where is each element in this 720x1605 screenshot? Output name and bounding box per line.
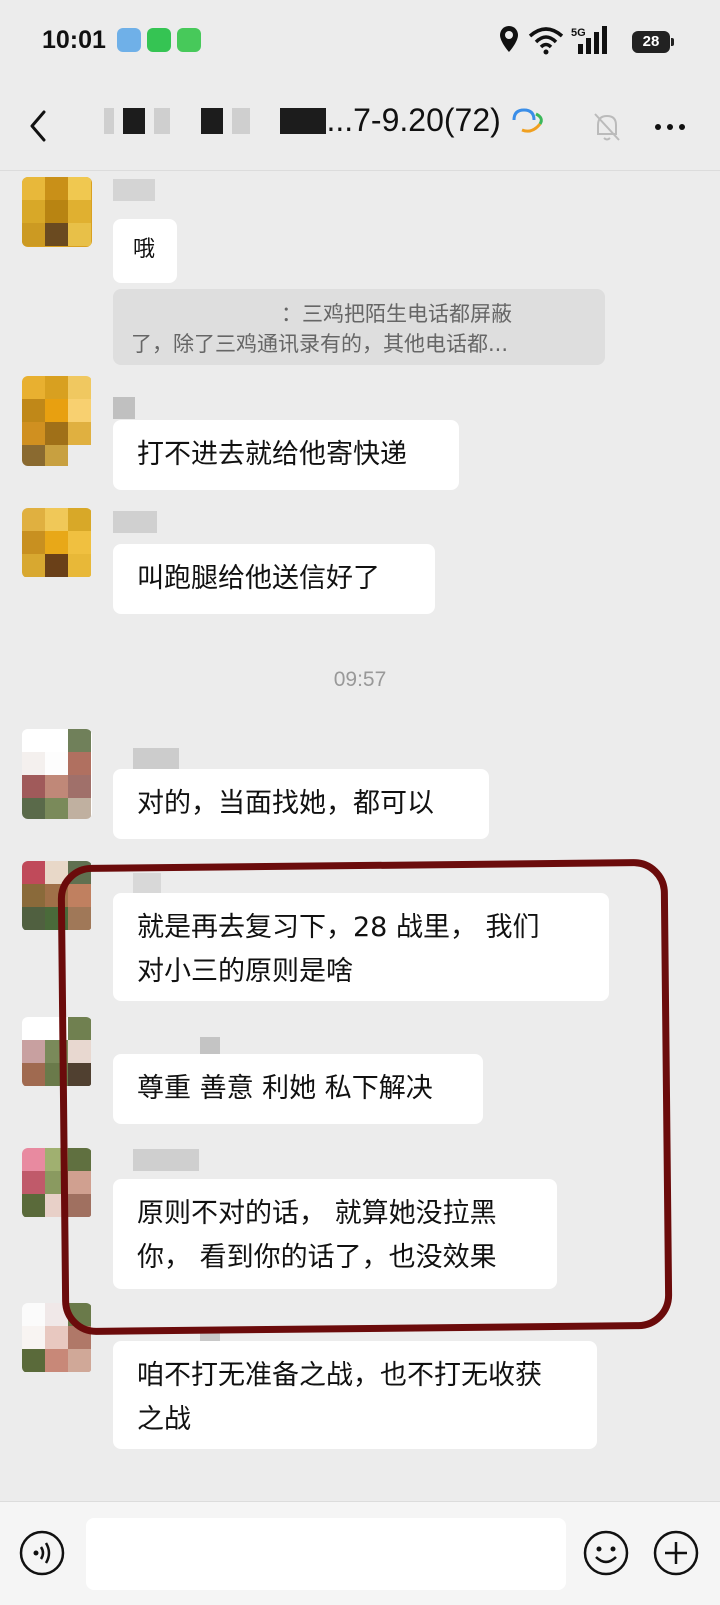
redacted-block xyxy=(280,107,327,134)
message-text: 对的，当面找她，都可以 xyxy=(137,788,434,819)
message-bubble[interactable]: 叫跑腿给他送信好了 xyxy=(113,544,435,614)
voice-input-button[interactable] xyxy=(18,1529,66,1577)
cell-signal-icon: 5G xyxy=(571,26,607,54)
message-bubble[interactable]: 打不进去就给他寄快递 xyxy=(113,420,459,490)
quote-line-2: 了，除了三鸡通讯录有的，其他电话都... xyxy=(131,332,509,356)
input-bar xyxy=(0,1501,720,1605)
emoji-button[interactable] xyxy=(582,1529,630,1577)
network-label: 5G xyxy=(571,27,586,39)
redacted-block xyxy=(153,107,170,134)
message-text: 哦 xyxy=(133,237,156,262)
message-text: 打不进去就给他寄快递 xyxy=(137,439,407,470)
message-text-line-2: 之战 xyxy=(137,1404,191,1435)
message-text: 叫跑腿给他送信好了 xyxy=(137,563,380,594)
redacted-block xyxy=(104,107,114,134)
message-text-line-1: 咱不打无准备之战，也不打无收获 xyxy=(137,1360,542,1391)
message-bubble[interactable]: 咱不打无准备之战，也不打无收获 之战 xyxy=(113,1341,597,1449)
avatar[interactable] xyxy=(22,177,92,247)
highlight-annotation xyxy=(57,858,673,1336)
chat-title-text: ...7-9.20(72) xyxy=(326,102,501,139)
status-bar: 10:01 5G 28 xyxy=(0,0,720,82)
message-input[interactable] xyxy=(86,1518,566,1590)
redacted-block xyxy=(231,107,250,134)
messages-app-icon xyxy=(177,28,201,52)
phone-app-icon xyxy=(147,28,171,52)
battery-indicator: 28 xyxy=(632,31,674,53)
wifi-icon xyxy=(528,27,564,55)
group-icon xyxy=(512,108,543,133)
redacted-block xyxy=(122,107,145,134)
sender-name-redacted xyxy=(113,397,135,419)
back-button[interactable] xyxy=(22,106,58,146)
sender-name-redacted xyxy=(113,511,157,533)
sender-name-redacted xyxy=(133,748,179,770)
more-options-button[interactable] xyxy=(650,112,690,142)
quoted-message[interactable]: ：三鸡把陌生电话都屏蔽 了，除了三鸡通讯录有的，其他电话都... xyxy=(113,289,605,365)
avatar[interactable] xyxy=(22,508,92,578)
message-bubble[interactable]: 哦 xyxy=(113,219,177,283)
avatar[interactable] xyxy=(22,376,92,466)
location-icon xyxy=(500,26,518,52)
status-time: 10:01 xyxy=(42,26,106,54)
quote-line-1: ：三鸡把陌生电话都屏蔽 xyxy=(281,302,512,326)
mute-bell-icon xyxy=(594,113,620,141)
message-timestamp: 09:57 xyxy=(333,668,387,691)
weather-icon xyxy=(117,28,141,52)
chat-title[interactable]: ...7-9.20(72) xyxy=(104,100,546,139)
avatar[interactable] xyxy=(22,729,92,819)
redacted-block xyxy=(200,107,223,134)
chat-header: ...7-9.20(72) xyxy=(0,82,720,171)
message-bubble[interactable]: 对的，当面找她，都可以 xyxy=(113,769,489,839)
more-actions-button[interactable] xyxy=(652,1529,700,1577)
sender-name-redacted xyxy=(113,179,155,201)
